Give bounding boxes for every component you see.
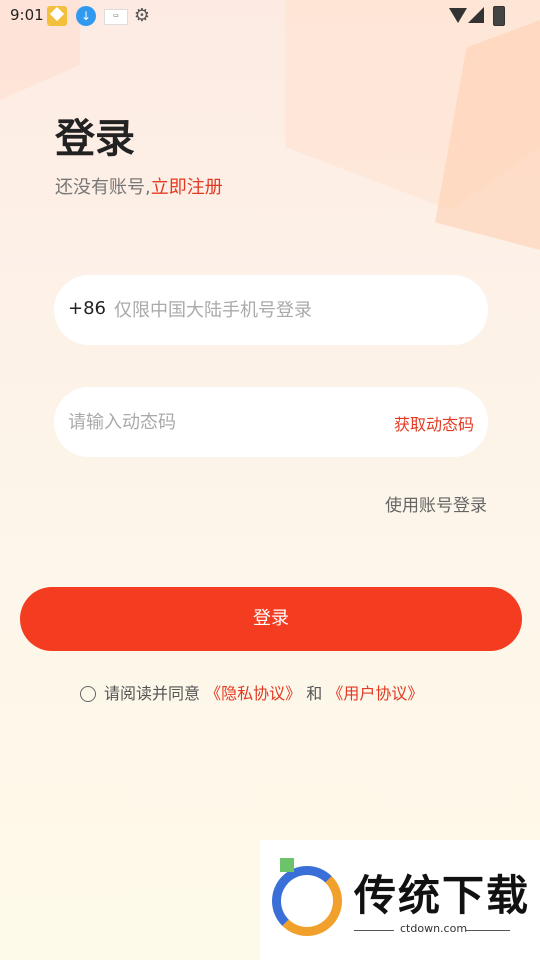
phone-input[interactable]	[114, 275, 464, 345]
status-bar: 9:01 ↓ ▭ ⚙	[0, 0, 540, 32]
agree-radio-icon[interactable]	[80, 686, 96, 702]
register-prompt: 还没有账号,立即注册	[55, 173, 223, 199]
watermark: 传统下载 ctdown.com	[260, 840, 540, 960]
verification-code-input[interactable]	[68, 387, 368, 457]
battery-icon	[493, 6, 505, 26]
gear-icon: ⚙	[133, 5, 151, 26]
privacy-policy-link[interactable]: 《隐私协议》	[205, 684, 301, 703]
divider	[465, 930, 510, 931]
watermark-url: ctdown.com	[400, 922, 468, 935]
status-time: 9:01	[10, 6, 44, 24]
signal-icon	[468, 7, 484, 23]
agreement-and: 和	[306, 684, 323, 703]
app-badge-icon: ▭	[104, 9, 128, 25]
watermark-brand: 传统下载	[354, 871, 531, 920]
get-code-button[interactable]: 获取动态码	[394, 411, 474, 435]
watermark-logo-icon	[272, 866, 342, 936]
page-title: 登录	[55, 116, 135, 162]
wifi-icon	[449, 8, 467, 23]
app-notification-icon	[47, 6, 67, 26]
phone-field[interactable]: +86	[54, 275, 488, 345]
divider	[354, 930, 394, 931]
agreement-row: 请阅读并同意 《隐私协议》 和 《用户协议》	[80, 680, 423, 704]
register-link[interactable]: 立即注册	[151, 177, 223, 198]
register-prompt-text: 还没有账号,	[55, 177, 151, 198]
download-icon: ↓	[76, 6, 96, 26]
country-code[interactable]: +86	[68, 298, 106, 319]
watermark-dots-icon	[280, 858, 294, 872]
agreement-text: 请阅读并同意	[104, 684, 201, 703]
account-login-link[interactable]: 使用账号登录	[385, 491, 487, 516]
user-agreement-link[interactable]: 《用户协议》	[327, 684, 423, 703]
code-field[interactable]: 获取动态码	[54, 387, 488, 457]
login-button[interactable]: 登录	[20, 587, 522, 651]
